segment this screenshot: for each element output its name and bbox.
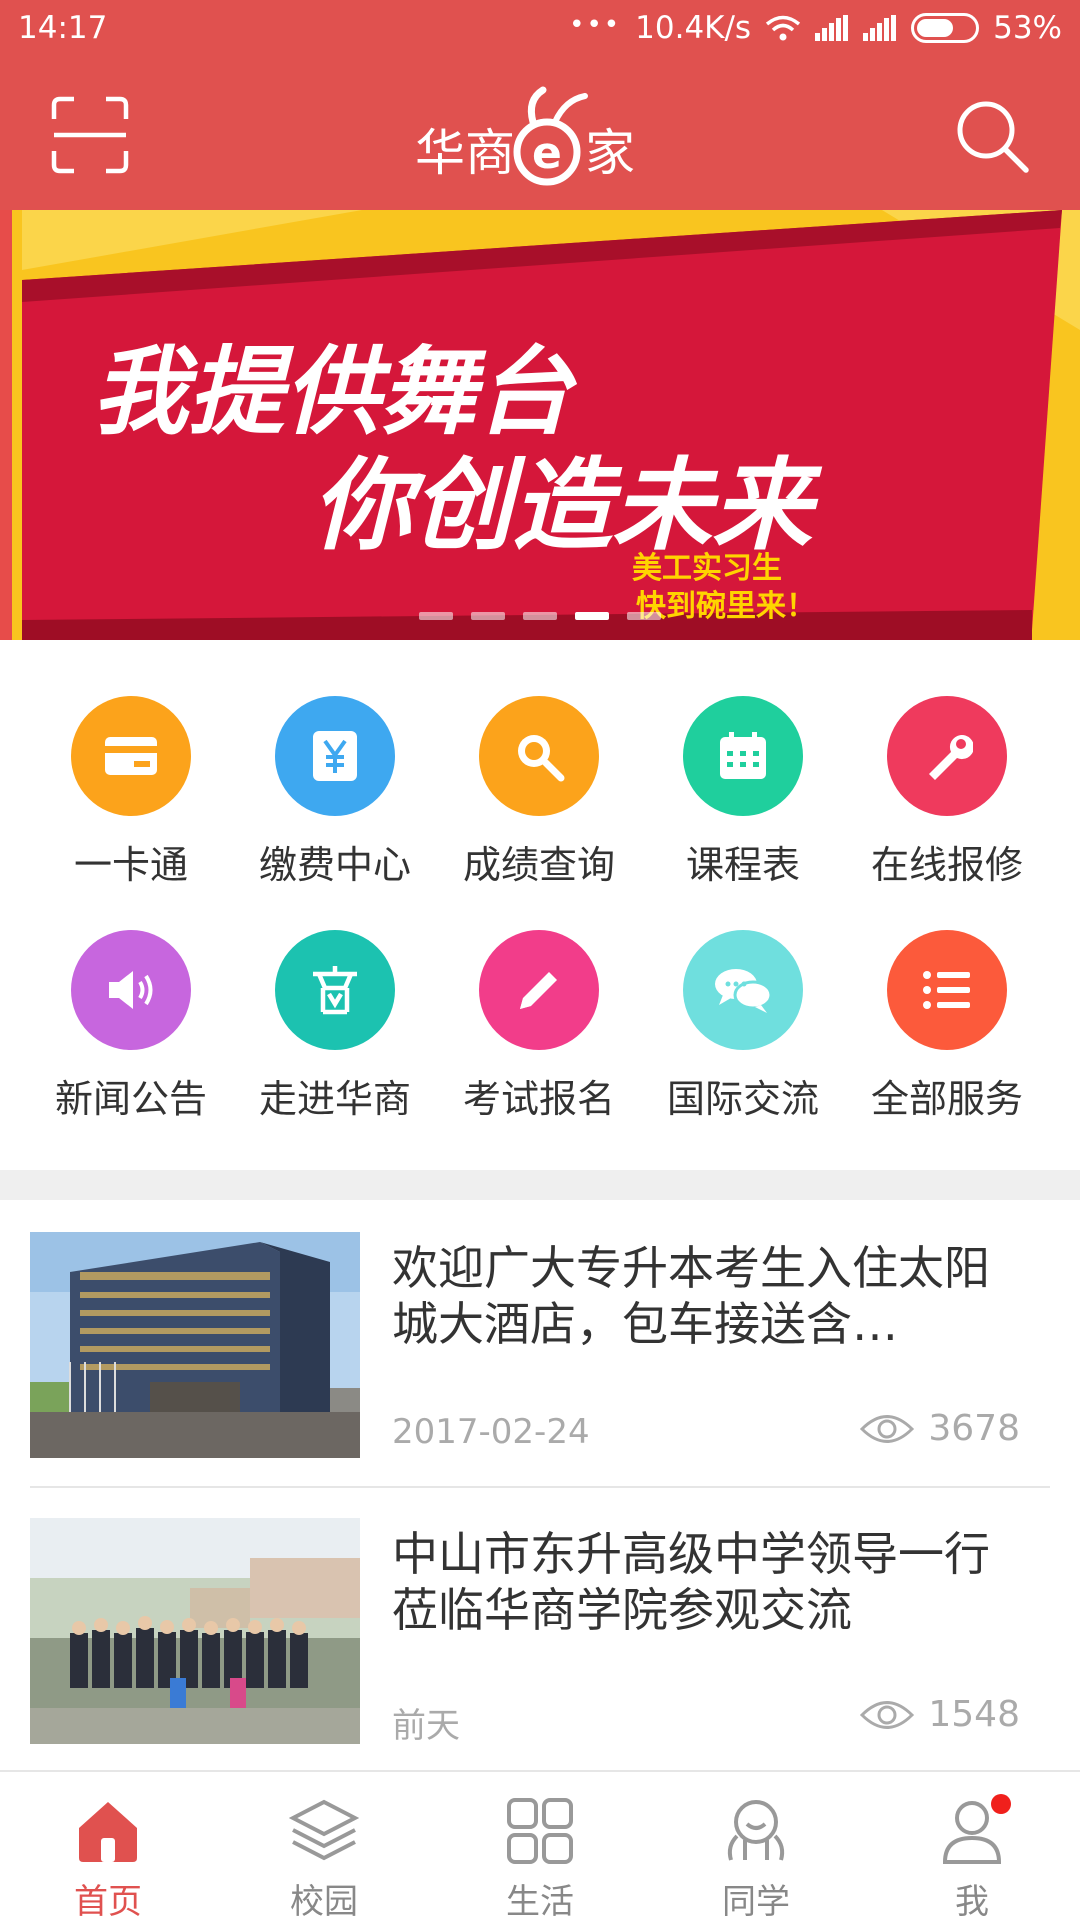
promo-banner[interactable]: 我提供舞台 你创造未来 美工实习生 快到碗里来！ (0, 210, 1080, 640)
news-title[interactable]: 中山市东升高级中学领导一行莅临华商学院参观交流 (392, 1526, 1032, 1638)
status-indicators: ••• 10.4K/s 53% (569, 10, 1062, 46)
news-view-count: 1548 (928, 1694, 1020, 1735)
banner-pagination (0, 612, 1080, 620)
user-icon (937, 1794, 1011, 1866)
banner-dot[interactable] (471, 612, 505, 620)
building-icon (275, 930, 395, 1050)
news-views: 1548 (860, 1694, 1020, 1735)
news-thumbnail-hotel (30, 1232, 360, 1458)
banner-dot[interactable] (627, 612, 661, 620)
service-label: 走进华商 (258, 1077, 411, 1121)
service-international[interactable]: 国际交流 (641, 930, 845, 1123)
banner-dot-active[interactable] (575, 612, 609, 620)
eye-icon (860, 1700, 915, 1729)
app-header: 华商 e 家 (0, 60, 1080, 210)
service-label: 国际交流 (666, 1077, 819, 1121)
card-icon (71, 696, 191, 816)
pencil-icon (479, 930, 599, 1050)
svg-text:e: e (532, 128, 562, 179)
brand-logo: 华商 e 家 (415, 86, 635, 186)
notification-dot (991, 1794, 1011, 1814)
chat-icon (683, 930, 803, 1050)
svg-text:我提供舞台: 我提供舞台 (92, 335, 578, 448)
status-time: 14:17 (18, 10, 108, 46)
service-label: 课程表 (685, 843, 800, 887)
nav-label: 首页 (74, 1882, 142, 1920)
nav-label: 生活 (506, 1882, 574, 1920)
service-all-services[interactable]: 全部服务 (845, 930, 1049, 1123)
signal-icon-2 (863, 15, 897, 41)
service-label: 在线报修 (870, 843, 1023, 887)
nav-tab-life[interactable]: 生活 (432, 1772, 648, 1920)
nav-tab-classmates[interactable]: 同学 (648, 1772, 864, 1920)
eye-icon (860, 1414, 915, 1443)
layers-icon (288, 1796, 360, 1866)
search-icon[interactable] (954, 98, 1030, 174)
calendar-icon (683, 696, 803, 816)
signal-icon (815, 15, 849, 41)
service-label: 考试报名 (462, 1077, 615, 1121)
news-date: 2017-02-24 (392, 1412, 590, 1452)
bottom-nav: 首页 校园 生活 同学 我 (0, 1770, 1080, 1920)
nav-tab-campus[interactable]: 校园 (216, 1772, 432, 1920)
grid-icon (505, 1796, 575, 1866)
yen-icon (275, 696, 395, 816)
news-item[interactable]: 欢迎广大专升本考生入住太阳城大酒店，包车接送含… 2017-02-24 3678 (30, 1212, 1050, 1487)
nav-label: 我 (955, 1882, 989, 1920)
news-divider (30, 1486, 1050, 1488)
section-divider (0, 1170, 1080, 1200)
service-label: 一卡通 (73, 843, 188, 887)
classmate-icon (721, 1796, 791, 1866)
status-bar: 14:17 ••• 10.4K/s 53% (0, 0, 1080, 60)
news-item[interactable]: 中山市东升高级中学领导一行莅临华商学院参观交流 前天 1548 (30, 1498, 1050, 1773)
more-dots-icon: ••• (569, 10, 622, 40)
banner-prev-edge (0, 210, 12, 640)
service-news[interactable]: 新闻公告 (29, 930, 233, 1123)
service-label: 全部服务 (870, 1077, 1023, 1121)
service-timetable[interactable]: 课程表 (641, 696, 845, 889)
service-about-huashang[interactable]: 走进华商 (233, 930, 437, 1123)
svg-text:华商: 华商 (415, 124, 515, 182)
magnifier-icon (479, 696, 599, 816)
service-label: 缴费中心 (258, 843, 411, 887)
banner-dot[interactable] (419, 612, 453, 620)
news-date: 前天 (392, 1706, 460, 1746)
service-label: 新闻公告 (54, 1077, 207, 1121)
scan-icon[interactable] (50, 95, 130, 175)
service-payment-center[interactable]: 缴费中心 (233, 696, 437, 889)
banner-artwork: 我提供舞台 你创造未来 美工实习生 快到碗里来！ (22, 210, 1080, 640)
nav-tab-me[interactable]: 我 (864, 1772, 1080, 1920)
network-speed: 10.4K/s (635, 10, 752, 46)
speaker-icon (71, 930, 191, 1050)
wrench-icon (887, 696, 1007, 816)
service-grid: 一卡通 缴费中心 成绩查询 课程表 在线报修 新闻公告 走进华商 考试报名 国际… (0, 640, 1080, 1170)
battery-level: 53% (993, 10, 1062, 46)
news-view-count: 3678 (928, 1408, 1020, 1449)
wifi-icon (765, 15, 801, 41)
svg-text:家: 家 (585, 124, 635, 182)
nav-label: 同学 (722, 1882, 790, 1920)
svg-text:你创造未来: 你创造未来 (312, 446, 823, 564)
battery-icon (911, 13, 980, 43)
news-title[interactable]: 欢迎广大专升本考生入住太阳城大酒店，包车接送含… (392, 1240, 1032, 1352)
nav-tab-home[interactable]: 首页 (0, 1772, 216, 1920)
news-thumbnail-group-photo (30, 1518, 360, 1744)
list-icon (887, 930, 1007, 1050)
home-icon (73, 1796, 143, 1866)
service-grade-query[interactable]: 成绩查询 (437, 696, 641, 889)
nav-label: 校园 (290, 1882, 358, 1920)
banner-dot[interactable] (523, 612, 557, 620)
service-card-card[interactable]: 一卡通 (29, 696, 233, 889)
service-exam-signup[interactable]: 考试报名 (437, 930, 641, 1123)
news-views: 3678 (860, 1408, 1020, 1449)
service-label: 成绩查询 (462, 843, 615, 887)
svg-text:美工实习生: 美工实习生 (632, 551, 782, 586)
service-online-repair[interactable]: 在线报修 (845, 696, 1049, 889)
